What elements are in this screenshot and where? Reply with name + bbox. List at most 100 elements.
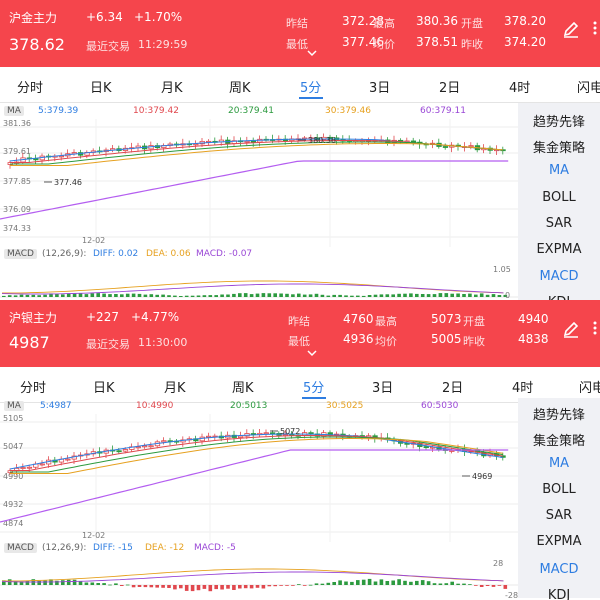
- indicator-trend-pioneer[interactable]: 趋势先锋: [518, 404, 600, 423]
- macd-diff-line: [1, 283, 504, 295]
- macd-bar: [143, 294, 148, 297]
- ma10-value: 10:379.42: [133, 106, 179, 116]
- macd-bar: [314, 583, 319, 585]
- tab-month[interactable]: 月K: [164, 377, 186, 396]
- indicator-ma[interactable]: MA: [518, 456, 600, 471]
- kline-chart[interactable]: 5105504749904932487412-0250724969: [0, 414, 518, 542]
- tab-month[interactable]: 月K: [161, 77, 183, 96]
- macd-bar: [108, 584, 112, 586]
- contract-name[interactable]: 沪金主力: [9, 9, 57, 26]
- macd-bar: [261, 293, 266, 297]
- macd-bar: [143, 585, 148, 588]
- indicator-macd[interactable]: MACD: [518, 562, 600, 577]
- indicator-strategy[interactable]: 集金策略: [518, 430, 600, 449]
- time-label: 最近交易: [86, 338, 130, 351]
- tab-4hour[interactable]: 4时: [512, 377, 533, 396]
- macd-bar: [31, 294, 36, 297]
- macd-legend: MACD (12,26,9): DIFF: -15 DEA: -12 MACD:…: [0, 541, 518, 555]
- indicator-kdj[interactable]: KDJ: [518, 588, 600, 600]
- macd-bar: [66, 579, 71, 585]
- macd-bar: [243, 585, 248, 589]
- macd-tag[interactable]: MACD: [4, 249, 37, 259]
- indicator-boll[interactable]: BOLL: [518, 482, 600, 497]
- indicator-expma[interactable]: EXPMA: [518, 534, 600, 549]
- y-tick-label: 5105: [3, 414, 23, 423]
- active-tab-indicator: [299, 97, 323, 99]
- macd-bar: [96, 583, 100, 585]
- y-tick-label: 377.85: [3, 177, 31, 186]
- chevron-down-icon[interactable]: [307, 350, 317, 358]
- more-icon[interactable]: [590, 20, 600, 36]
- indicator-ma[interactable]: MA: [518, 163, 600, 178]
- macd-bar: [43, 580, 47, 585]
- indicator-expma[interactable]: EXPMA: [518, 242, 600, 257]
- indicator-boll[interactable]: BOLL: [518, 190, 600, 205]
- indicator-macd[interactable]: MACD: [518, 269, 600, 284]
- ma-legend: MA 5:4987 10:4990 20:5013 30:5025 60:503…: [0, 398, 518, 414]
- tab-2day[interactable]: 2日: [439, 77, 460, 96]
- macd-bar: [291, 294, 295, 297]
- tab-timeshare[interactable]: 分时: [17, 77, 43, 96]
- stat-value: 374.20: [504, 35, 546, 49]
- macd-min-label: -28: [505, 591, 518, 600]
- ma-tag[interactable]: MA: [4, 401, 24, 411]
- macd-chart[interactable]: 28 -28: [0, 555, 518, 600]
- indicator-trend-pioneer[interactable]: 趋势先锋: [518, 111, 600, 130]
- pen-icon[interactable]: [562, 320, 580, 338]
- time-label: 最近交易: [86, 40, 130, 53]
- macd-bar: [326, 295, 331, 297]
- candle-body: [116, 450, 122, 453]
- macd-diff-line: [1, 571, 504, 583]
- chevron-down-icon[interactable]: [307, 50, 317, 58]
- tab-flash[interactable]: 闪电: [577, 77, 600, 96]
- tab-week[interactable]: 周K: [232, 377, 254, 396]
- kline-chart[interactable]: 381.36 379.61 377.85 376.09 374.33 12-02 380.3…: [0, 119, 518, 247]
- macd-bar: [420, 580, 425, 585]
- macd-bar: [409, 581, 413, 585]
- macd-bar: [173, 585, 177, 590]
- macd-bar: [332, 294, 336, 297]
- pen-icon[interactable]: [562, 20, 580, 38]
- indicator-sar[interactable]: SAR: [518, 508, 600, 523]
- macd-bar: [302, 294, 307, 297]
- tab-day[interactable]: 日K: [90, 77, 112, 96]
- candle-body: [26, 466, 33, 469]
- more-icon[interactable]: [590, 320, 600, 336]
- ma-tag[interactable]: MA: [4, 106, 24, 116]
- candle-body: [269, 432, 276, 435]
- indicator-sar[interactable]: SAR: [518, 216, 600, 231]
- candle-body: [161, 440, 167, 443]
- macd-bar: [137, 293, 142, 297]
- contract-name[interactable]: 沪银主力: [9, 309, 57, 326]
- stat-label: 昨结: [286, 17, 308, 30]
- stat-label: 最低: [286, 38, 308, 51]
- tab-5min[interactable]: 5分: [300, 77, 321, 96]
- macd-bar: [131, 585, 136, 588]
- tab-4hour[interactable]: 4时: [509, 77, 530, 96]
- tab-3day[interactable]: 3日: [372, 377, 393, 396]
- macd-bar: [403, 293, 407, 297]
- macd-chart[interactable]: 1.05 0: [0, 261, 518, 300]
- tab-timeshare[interactable]: 分时: [20, 377, 46, 396]
- macd-bar: [137, 585, 142, 587]
- macd-bar: [491, 585, 496, 587]
- macd-bar: [190, 585, 195, 592]
- tab-week[interactable]: 周K: [229, 77, 251, 96]
- tab-2day[interactable]: 2日: [442, 377, 463, 396]
- tab-day[interactable]: 日K: [93, 377, 115, 396]
- ma-legend: MA 5:379.39 10:379.42 20:379.41 30:379.4…: [0, 103, 518, 119]
- tab-flash[interactable]: 闪电: [579, 377, 600, 396]
- macd-bar: [367, 295, 372, 297]
- tab-3day[interactable]: 3日: [369, 77, 390, 96]
- macd-bar: [285, 293, 289, 297]
- macd-dea-line: [2, 568, 504, 582]
- macd-bar: [220, 585, 224, 590]
- macd-bar: [96, 293, 100, 297]
- macd-bar: [102, 293, 106, 297]
- macd-tag[interactable]: MACD: [4, 543, 37, 553]
- tab-5min[interactable]: 5分: [303, 377, 324, 396]
- macd-bar: [338, 294, 342, 297]
- indicator-strategy[interactable]: 集金策略: [518, 137, 600, 156]
- macd-bar: [456, 293, 460, 297]
- macd-bar: [497, 585, 502, 586]
